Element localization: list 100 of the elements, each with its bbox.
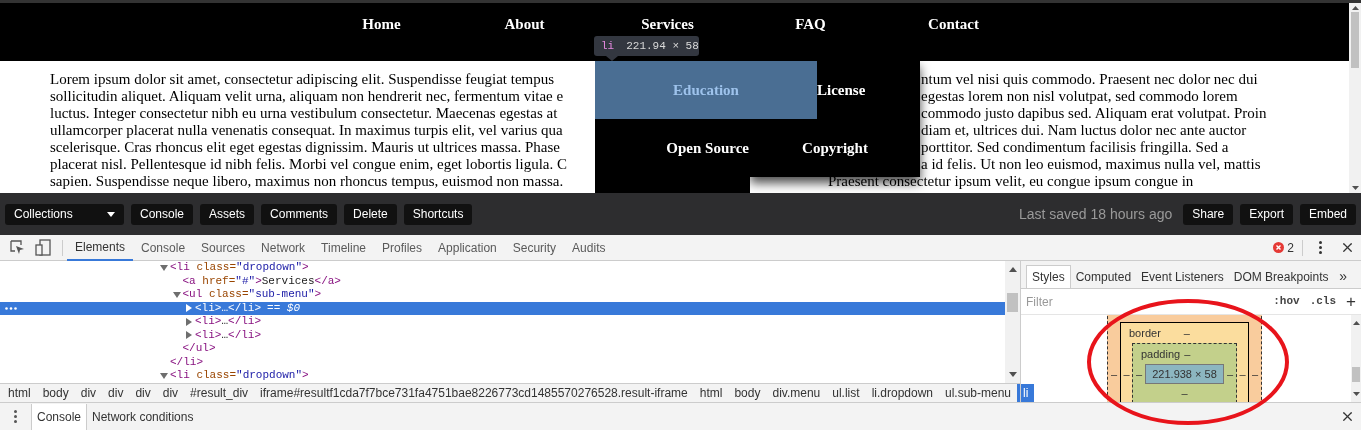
styles-pane-tab[interactable]: Event Listeners [1136, 265, 1229, 288]
breadcrumb-item[interactable]: li.dropdown [865, 384, 939, 402]
drawer-tab[interactable]: Network conditions [87, 403, 199, 430]
toolbar-button[interactable]: Assets [200, 203, 255, 225]
breadcrumb-item[interactable]: body [728, 384, 767, 402]
breadcrumb-item[interactable]: div [129, 384, 157, 402]
collapsed-triangle-icon[interactable] [185, 331, 193, 340]
border-label: border [1129, 325, 1161, 341]
close-icon[interactable] [1340, 409, 1355, 424]
paragraph-line: ullamcorper placerat nulla venenatis consequat. In maximus turpis elit, vel varius qua [50, 122, 563, 138]
scrollbar-thumb[interactable] [1352, 367, 1360, 382]
dom-tree-row[interactable]: <li class="dropdown"> [0, 261, 1005, 275]
more-tabs-button[interactable]: » [1339, 265, 1347, 288]
dom-tree-row[interactable]: <li>…</li> [0, 328, 1005, 342]
nav-link[interactable]: Contact [882, 15, 1025, 33]
toolbar-button[interactable]: Export [1240, 203, 1293, 225]
devtools-tab[interactable]: Network [253, 234, 314, 261]
scrollbar-thumb[interactable] [1351, 12, 1359, 68]
nav-link[interactable]: Services [596, 15, 739, 33]
breadcrumb-item[interactable]: li [1017, 384, 1035, 402]
paragraph-line: scelerisque. Cras rhoncus elit eget egestas dignissim. Mauris ut ultrices massa. Phase [50, 139, 560, 155]
submenu-item[interactable]: Open Source [595, 119, 750, 177]
inspect-icon[interactable] [10, 240, 25, 255]
toolbar-button[interactable]: Shortcuts [403, 203, 473, 225]
submenu-item[interactable]: License [817, 61, 920, 119]
devtools-tab[interactable]: Application [430, 234, 505, 261]
more-dots-icon[interactable] [5, 306, 17, 310]
dom-tree-row[interactable]: <li class="dropdown"> [0, 369, 1005, 383]
breadcrumb-item[interactable]: html [2, 384, 37, 402]
dom-code: <a href="#">Services</a> [182, 274, 341, 288]
breadcrumb-item[interactable]: html [693, 384, 729, 402]
paragraph-line: a id felis. Ut non leo euismod, maximus nulla vel, mattis [921, 156, 1261, 173]
paragraph-line: porttitor. Sed condimentum facilisis fringilla. Sed a [921, 139, 1229, 156]
breadcrumb-item[interactable]: #result_div [184, 384, 255, 402]
breadcrumb-item[interactable]: ul.sub-menu [939, 384, 1018, 402]
breadcrumb-item[interactable]: div [156, 384, 185, 402]
error-icon [1273, 242, 1285, 253]
toolbar-button[interactable]: Embed [1299, 203, 1356, 225]
scroll-down-icon[interactable] [1351, 186, 1359, 190]
nav-link[interactable]: Home [310, 15, 453, 33]
breadcrumb-item[interactable]: iframe#resultf1cda7f7bce731fa4751bae8226773cd1485570276528.result-iframe [254, 384, 694, 402]
error-count[interactable]: 2 [1287, 238, 1294, 257]
scrollbar[interactable] [1005, 261, 1020, 383]
breadcrumb-item[interactable]: body [36, 384, 75, 402]
scrollbar[interactable] [1351, 315, 1361, 402]
toolbar-button[interactable]: Share [1183, 203, 1234, 225]
class-toggle-button[interactable]: .cls [1309, 293, 1337, 310]
nav-link[interactable]: FAQ [739, 15, 882, 33]
breadcrumb-item[interactable]: div [102, 384, 130, 402]
collapsed-triangle-icon[interactable] [185, 304, 193, 313]
devtools-tab[interactable]: Elements [67, 234, 134, 261]
paragraph-line: commodo justo dapibus sed. Aliquam erat volutpat. Proin [921, 105, 1267, 122]
breadcrumb-item[interactable]: div [74, 384, 103, 402]
dom-tree-row[interactable]: <li>…</li> == $0 [0, 301, 1005, 315]
dom-tree-row[interactable]: <a href="#">Services</a> [0, 274, 1005, 288]
scroll-up-icon[interactable] [1008, 267, 1017, 272]
styles-pane-tab[interactable]: DOM Breakpoints [1228, 265, 1334, 288]
selected-marker-text: == $0 [267, 301, 301, 316]
styles-pane-tab[interactable]: Styles [1026, 265, 1071, 288]
expanded-triangle-icon[interactable] [172, 290, 181, 299]
paragraph-line: luctus. Integer consectetur nibh eu urna vestibulum consectetur. Maecenas egestas at [50, 105, 558, 121]
collapsed-triangle-icon[interactable] [185, 317, 193, 326]
collections-dropdown[interactable]: Collections [5, 203, 124, 225]
toolbar-button[interactable]: Delete [344, 203, 397, 225]
dom-tree-row[interactable]: <ul class="sub-menu"> [0, 288, 1005, 302]
drawer-tab[interactable]: Console [31, 403, 88, 430]
styles-pane-tab[interactable]: Computed [1070, 265, 1137, 288]
add-rule-button[interactable]: + [1346, 293, 1356, 310]
paragraph-line: ntum vel nisi quis commodo. Praesent nec dolor nec dui [921, 71, 1258, 88]
last-saved-text: Last saved 18 hours ago [1018, 204, 1173, 224]
devtools-tab[interactable]: Console [133, 234, 194, 261]
breadcrumb-item[interactable]: div.menu [766, 384, 827, 402]
toolbar-button[interactable]: Comments [261, 203, 338, 225]
scroll-down-icon[interactable] [1008, 372, 1017, 377]
breadcrumb-item[interactable]: ul.list [826, 384, 866, 402]
nav-link[interactable]: About [453, 15, 596, 33]
dom-tree-row[interactable]: <li>…</li> [0, 315, 1005, 329]
scroll-up-icon[interactable] [1351, 6, 1359, 10]
caret-icon [107, 211, 115, 217]
devtools-tab[interactable]: Timeline [313, 234, 374, 261]
box-dash-text: – [1183, 327, 1190, 339]
close-icon[interactable] [1340, 240, 1355, 255]
devtools-tab[interactable]: Profiles [374, 234, 431, 261]
hover-state-button[interactable]: :hov [1273, 293, 1300, 310]
device-icon[interactable] [35, 239, 51, 256]
toolbar-button[interactable]: Console [131, 203, 194, 225]
kebab-menu-icon[interactable] [1319, 241, 1322, 254]
dom-code: <ul class="sub-menu"> [182, 288, 322, 302]
scroll-up-icon[interactable] [1352, 321, 1360, 325]
scroll-down-icon[interactable] [1352, 392, 1360, 396]
box-dash-text: – [1239, 368, 1246, 382]
devtools-tab[interactable]: Sources [193, 234, 254, 261]
expanded-triangle-icon[interactable] [160, 263, 168, 272]
scrollbar-thumb[interactable] [1007, 293, 1018, 312]
kebab-menu-icon[interactable] [14, 410, 17, 423]
devtools-tab[interactable]: Audits [564, 234, 614, 261]
scrollbar[interactable] [1349, 3, 1361, 193]
filter-field[interactable]: Filter [1026, 292, 1226, 311]
devtools-tab[interactable]: Security [504, 234, 565, 261]
expanded-triangle-icon[interactable] [160, 371, 168, 380]
